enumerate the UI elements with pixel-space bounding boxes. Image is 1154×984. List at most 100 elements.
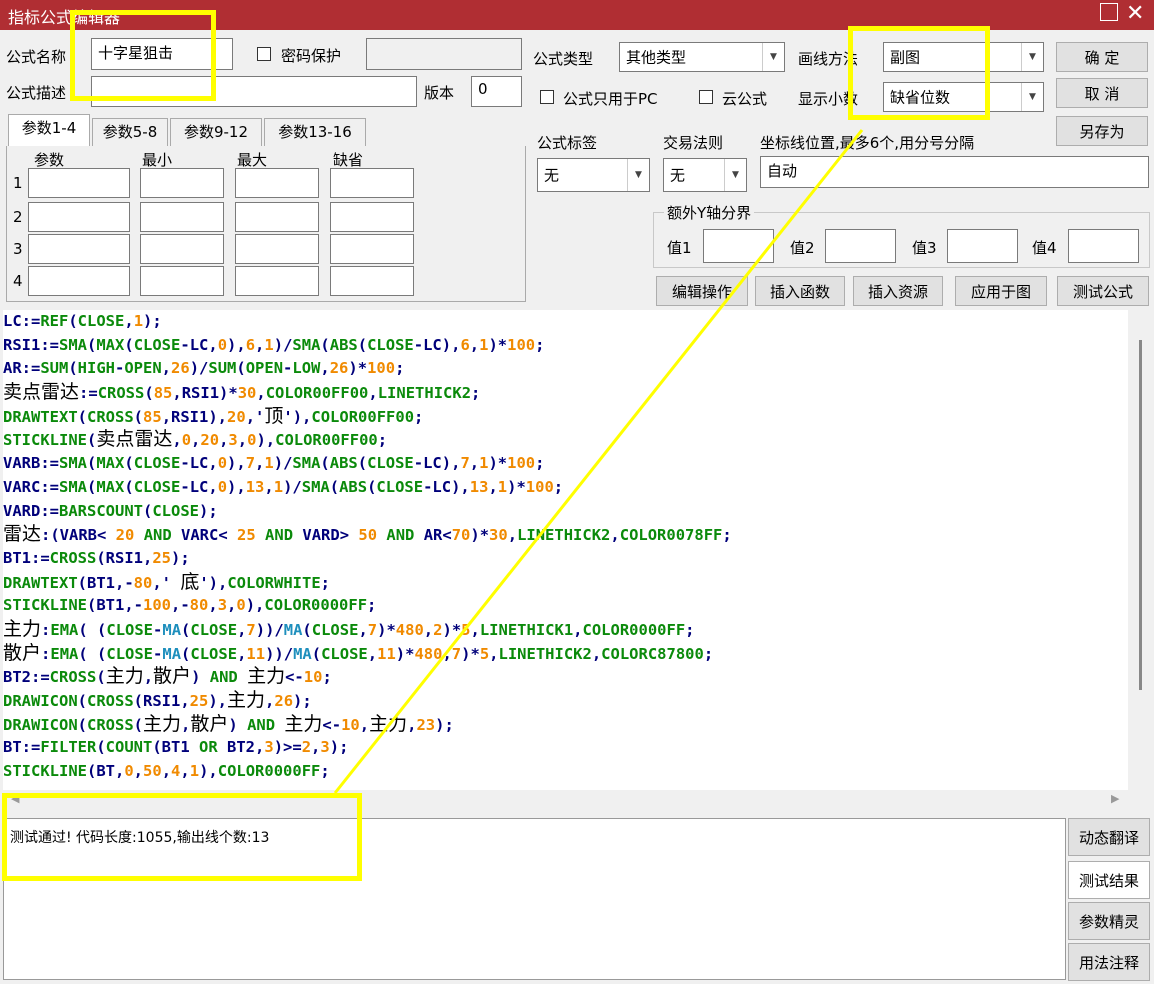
param-cell-input[interactable] <box>235 168 319 198</box>
tab-params-9-12[interactable]: 参数9-12 <box>170 118 262 146</box>
param-cell-input[interactable] <box>28 234 130 264</box>
code-token: )/ <box>283 477 302 496</box>
insert-resource-button[interactable]: 插入资源 <box>853 276 943 306</box>
code-token: , <box>358 620 368 639</box>
code-token: 1 <box>497 477 508 496</box>
code-token: , <box>507 526 518 545</box>
dynamic-translate-button[interactable]: 动态翻译 <box>1068 818 1150 856</box>
code-token: LC:= <box>3 312 41 330</box>
code-token: ( <box>96 738 106 757</box>
tab-params-5-8[interactable]: 参数5-8 <box>92 118 168 146</box>
trade-rule-select[interactable]: 无 ▼ <box>663 158 747 192</box>
formula-desc-input[interactable] <box>91 76 417 107</box>
chevron-down-icon[interactable]: ▼ <box>762 43 784 71</box>
code-token: 7 <box>367 620 378 639</box>
param-wizard-button[interactable]: 参数精灵 <box>1068 902 1150 940</box>
code-token: ; <box>322 668 332 687</box>
y-value-2-input[interactable] <box>825 229 896 263</box>
code-token: MA <box>283 620 303 639</box>
code-token: ; <box>471 384 481 403</box>
version-input[interactable]: 0 <box>471 76 522 107</box>
cloud-checkbox[interactable] <box>699 90 713 104</box>
insert-function-button[interactable]: 插入函数 <box>755 276 845 306</box>
code-token: ); <box>435 715 454 734</box>
code-token: 100 <box>507 454 536 473</box>
scroll-left-icon[interactable]: ◀ <box>11 792 19 805</box>
param-cell-input[interactable] <box>28 266 130 296</box>
code-token: ); <box>293 692 312 710</box>
code-token: ; <box>367 596 377 615</box>
password-checkbox[interactable] <box>257 47 271 61</box>
param-cell-input[interactable] <box>28 202 130 232</box>
cancel-button[interactable]: 取 消 <box>1056 78 1148 108</box>
draw-method-select[interactable]: 副图 ▼ <box>883 42 1044 72</box>
code-token: , <box>368 384 378 403</box>
param-cell-input[interactable] <box>140 234 224 264</box>
scroll-right-icon[interactable]: ▶ <box>1111 792 1119 805</box>
chevron-down-icon[interactable]: ▼ <box>1021 83 1043 111</box>
param-cell-input[interactable] <box>330 234 414 264</box>
tab-params-1-4[interactable]: 参数1-4 <box>8 114 90 146</box>
code-token: , <box>423 620 434 639</box>
code-token: CLOSE <box>77 312 125 330</box>
code-token: ; <box>320 573 331 592</box>
formula-tag-select[interactable]: 无 ▼ <box>537 158 650 192</box>
param-cell-input[interactable] <box>330 168 414 198</box>
chevron-down-icon[interactable]: ▼ <box>724 159 746 191</box>
pc-only-checkbox[interactable] <box>540 90 554 104</box>
param-cell-input[interactable] <box>235 266 319 296</box>
code-token: 主力 <box>284 712 323 735</box>
code-token: 顶 <box>264 404 284 427</box>
save-as-button[interactable]: 另存为 <box>1056 116 1148 146</box>
y-value-4-input[interactable] <box>1068 229 1139 263</box>
maximize-icon[interactable] <box>1100 3 1118 21</box>
scrollbar-thumb[interactable] <box>1139 340 1142 690</box>
test-result-button[interactable]: 测试结果 <box>1068 861 1150 899</box>
param-cell-input[interactable] <box>330 202 414 232</box>
title-bar[interactable] <box>0 0 1154 30</box>
code-editor[interactable]: LC:=REF(CLOSE,1); RSI1:=SMA(MAX(CLOSE-LC,… <box>3 310 1128 790</box>
param-cell-input[interactable] <box>140 168 224 198</box>
code-token: 100 <box>143 596 171 615</box>
code-token: AND <box>247 715 276 734</box>
code-token: 20 <box>227 407 246 426</box>
param-cell-input[interactable] <box>28 168 130 198</box>
usage-note-button[interactable]: 用法注释 <box>1068 943 1150 981</box>
code-token: 5 <box>461 620 471 639</box>
code-token: 25 <box>237 526 256 545</box>
formula-name-input[interactable]: 十字星狙击 <box>91 38 233 70</box>
code-token: COLORWHITE <box>227 573 321 592</box>
test-formula-button[interactable]: 测试公式 <box>1057 276 1149 306</box>
code-token: , <box>359 715 370 734</box>
tab-params-13-16[interactable]: 参数13-16 <box>264 118 366 146</box>
password-label: 密码保护 <box>281 47 342 65</box>
param-cell-input[interactable] <box>235 234 319 264</box>
code-token: ( <box>320 335 330 354</box>
param-cell-input[interactable] <box>235 202 319 232</box>
code-token: SMA <box>292 454 321 473</box>
y-value-3-input[interactable] <box>947 229 1018 263</box>
version-label: 版本 <box>424 84 455 102</box>
code-token: CLOSE <box>376 477 424 496</box>
code-line: DRAWICON(CROSS(RSI1,25),主力,26); <box>3 689 1128 713</box>
horizontal-scrollbar[interactable]: ◀ ▶ <box>3 792 1128 810</box>
ok-button[interactable]: 确 定 <box>1056 42 1148 72</box>
chevron-down-icon[interactable]: ▼ <box>1021 43 1043 71</box>
code-token: VARC:= <box>3 477 59 496</box>
param-cell-input[interactable] <box>140 202 224 232</box>
edit-ops-button[interactable]: 编辑操作 <box>656 276 748 306</box>
decimal-select[interactable]: 缺省位数 ▼ <box>883 82 1044 112</box>
code-token: CLOSE <box>311 620 359 639</box>
password-input[interactable] <box>366 38 522 70</box>
param-cell-input[interactable] <box>330 266 414 296</box>
param-cell-input[interactable] <box>140 266 224 296</box>
y-value-1-input[interactable] <box>703 229 774 263</box>
code-token: <- <box>322 715 342 734</box>
close-icon[interactable]: ✕ <box>1126 0 1144 28</box>
code-token: 26 <box>274 692 294 710</box>
chevron-down-icon[interactable]: ▼ <box>627 159 649 191</box>
formula-type-select[interactable]: 其他类型 ▼ <box>619 42 785 72</box>
axis-position-input[interactable]: 自动 <box>760 156 1149 188</box>
code-token: 11 <box>246 644 266 663</box>
apply-to-chart-button[interactable]: 应用于图 <box>955 276 1047 306</box>
